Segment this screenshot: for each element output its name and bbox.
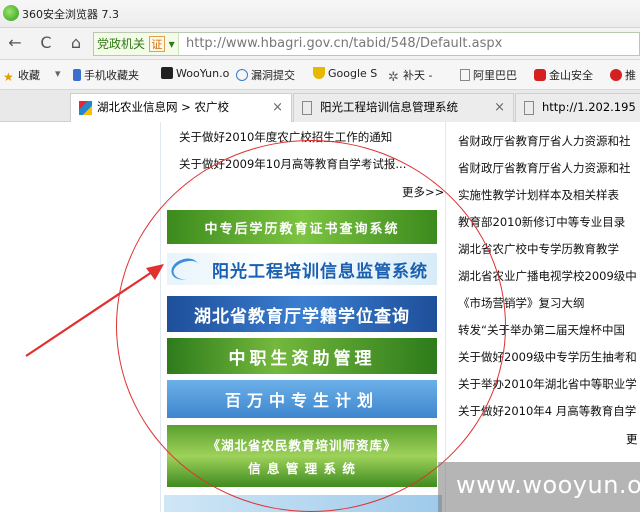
title-bar: 360安全浏览器 7.3 [0,0,640,28]
bookmark-butian[interactable]: ✲ 补天 - [388,67,432,84]
gear-icon: ✲ [388,70,399,85]
list-item[interactable]: 省财政厅省教育厅省人力资源和社 [458,160,631,176]
banner-certificate-query[interactable]: 中专后学历教育证书查询系统 [167,210,437,244]
bookmark-alibaba[interactable]: 阿里巴巴 [460,67,517,83]
list-item[interactable]: 教育部2010新修订中等专业目录 [458,214,625,230]
trophy-icon [313,67,325,79]
address-bar[interactable]: 党政机关 证 ▾ http://www.hbagri.gov.cn/tabid/… [93,32,640,56]
refresh-button[interactable]: C [35,32,57,54]
page-icon [524,101,534,115]
navigation-bar: ← C ⌂ 党政机关 证 ▾ http://www.hbagri.gov.cn/… [0,28,640,60]
list-item[interactable]: 关于做好2010年4 月高等教育自学 [458,403,636,419]
close-icon[interactable]: × [494,94,505,121]
bookmark-favorites[interactable]: ★ 收藏 [3,67,40,83]
tab-label: 阳光工程培训信息管理系统 [320,100,458,114]
bottom-banner-strip [164,495,442,512]
more-link[interactable]: 更多>> [402,184,444,200]
bookmark-tui[interactable]: 推 [610,67,636,83]
list-item[interactable]: 湖北省农业广播电视学校2009级中 [458,268,637,284]
list-item[interactable]: 关于做好2009级中专学历生抽考和 [458,349,637,365]
page-icon [302,101,312,115]
favorites-dropdown[interactable]: ▾ [55,67,61,80]
gov-cert-badge[interactable]: 党政机关 证 ▾ [94,33,179,55]
phone-icon [73,69,81,81]
tab-label: 湖北农业信息网 > 农广校 [97,100,229,114]
chevron-down-icon: ▾ [168,37,175,51]
back-button[interactable]: ← [4,32,26,54]
banner-sunshine-project[interactable]: 阳光工程培训信息监管系统 [167,253,437,285]
news-link[interactable]: 关于做好2009年10月高等教育自学考试报... [179,156,406,172]
bookmark-kingsoft[interactable]: 金山安全 [534,67,593,83]
cert-label: 党政机关 [97,37,146,51]
tab-label: http://1.202.195 [542,100,636,114]
home-button[interactable]: ⌂ [65,32,87,54]
tab-bar: |▷ ☁ 湖北农业信息网 > 农广校 × 阳光工程培训信息管理系统 × http… [0,90,640,202]
list-item[interactable]: 《市场营销学》复习大纲 [458,295,585,311]
banner-student-aid[interactable]: 中职生资助管理 [167,338,437,374]
bookmark-vuln-submit[interactable]: 漏洞提交 [236,67,295,83]
globe-icon [236,69,248,81]
kingsoft-icon [534,69,546,81]
close-icon[interactable]: × [272,94,283,121]
news-link[interactable]: 关于做好2010年度农广校招生工作的通知 [179,129,392,145]
banner-student-status-query[interactable]: 湖北省教育厅学籍学位查询 [167,296,437,332]
bookmark-mobile[interactable]: 手机收藏夹 [73,67,139,83]
list-item[interactable]: 湖北省农广校中专学历教育教学 [458,241,619,257]
list-item[interactable]: 关于举办2010年湖北省中等职业学 [458,376,637,392]
left-column: 关于做好2010年度农广校招生工作的通知 关于做好2009年10月高等教育自学考… [160,122,446,512]
window-title: 360安全浏览器 7.3 [22,8,119,21]
banner-million-plan[interactable]: 百万中专生计划 [167,380,437,418]
star-icon: ★ [3,70,14,84]
banner-teacher-database[interactable]: 《湖北省农民教育培训师资库》 信 息 管 理 系 统 [167,425,437,487]
swoosh-logo-icon [168,254,202,284]
cert-icon: 证 [148,36,165,52]
bookmark-wooyun[interactable]: WooYun.o [161,67,229,80]
tab-ip-address[interactable]: http://1.202.195 [515,93,640,122]
tab-hbagri[interactable]: 湖北农业信息网 > 农广校 × [70,93,292,123]
page-content: 关于做好2010年度农广校招生工作的通知 关于做好2009年10月高等教育自学考… [0,122,640,512]
list-item[interactable]: 实施性教学计划样本及相关样表 [458,187,619,203]
tab-sunshine-project[interactable]: 阳光工程培训信息管理系统 × [293,93,514,122]
site-favicon-icon [79,101,92,115]
page-icon [460,69,470,81]
bookmarks-bar: ★ 收藏 ▾ 手机收藏夹 WooYun.o 漏洞提交 Google S ✲ 补天 -… [0,60,640,90]
right-column: 省财政厅省教育厅省人力资源和社 省财政厅省教育厅省人力资源和社 实施性教学计划样… [446,122,640,512]
list-item[interactable]: 省财政厅省教育厅省人力资源和社 [458,133,631,149]
watermark: www.wooyun.org [438,462,640,512]
list-item[interactable]: 转发“关于举办第二届天煌杯中国 [458,322,625,338]
url-text[interactable]: http://www.hbagri.gov.cn/tabid/548/Defau… [186,33,502,55]
browser-logo-icon [3,5,19,21]
bookmark-google[interactable]: Google S [313,67,377,80]
wooyun-icon [161,67,173,79]
right-more-link[interactable]: 更 [626,431,638,447]
tui-icon [610,69,622,81]
